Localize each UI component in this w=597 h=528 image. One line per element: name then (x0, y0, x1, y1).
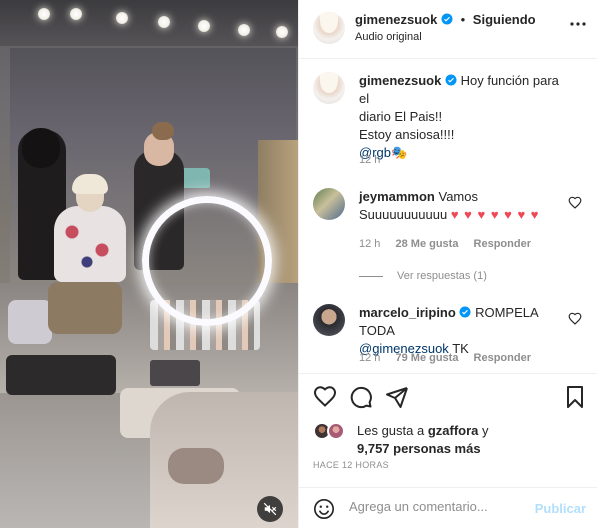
heart-icon[interactable] (313, 385, 337, 409)
comment-avatar[interactable] (313, 188, 345, 220)
caption: gimenezsuok Hoy función para el diario E… (313, 72, 588, 182)
heart-icon[interactable] (568, 196, 582, 210)
audio-label[interactable]: Audio original (355, 31, 422, 43)
following-button[interactable]: Siguiendo (473, 12, 536, 27)
post-time-ago[interactable]: HACE 12 HORAS (313, 460, 389, 470)
comment-icon[interactable] (349, 385, 373, 409)
verified-icon (459, 306, 471, 318)
more-options-button[interactable] (568, 14, 588, 34)
add-comment-bar: Publicar (299, 487, 597, 528)
mirror-frame (0, 0, 298, 46)
comment-text: jeymammon Vamos Suuuuuuuuuuu ♥ ♥ ♥ ♥ ♥ ♥… (359, 188, 569, 224)
likes-prefix: Les gusta a (357, 423, 425, 438)
caption-timestamp[interactable]: 12 h (359, 154, 380, 166)
heart-emojis: ♥ ♥ ♥ ♥ ♥ ♥ ♥ (450, 207, 540, 222)
makeup-tray (6, 355, 116, 395)
comment-body-2: Suuuuuuuuuuu (359, 207, 448, 222)
liker-avatar[interactable] (327, 422, 345, 440)
mute-icon (263, 502, 277, 516)
comment-time[interactable]: 12 h (359, 238, 380, 250)
caption-line-2: diario El Pais!! (359, 109, 443, 124)
caption-text: gimenezsuok Hoy función para el diario E… (359, 72, 569, 162)
more-options-icon (570, 22, 586, 26)
comment-meta: 12 h 28 Me gusta Responder (359, 238, 543, 250)
separator-dot: • (460, 12, 466, 27)
post-comment-button[interactable]: Publicar (535, 501, 586, 516)
comment-meta: 12 h 79 Me gusta Responder (359, 352, 543, 364)
replies-divider (359, 275, 383, 277)
comment-likes[interactable]: 28 Me gusta (395, 238, 458, 250)
post-media[interactable] (0, 0, 298, 528)
likes-summary: Les gusta a gzaffora y 9,757 personas má… (313, 420, 588, 460)
comment-body: Vamos (438, 189, 479, 204)
handbag (48, 282, 122, 334)
bookmark-icon[interactable] (563, 385, 587, 409)
caption-username[interactable]: gimenezsuok (359, 73, 441, 88)
post-header: gimenezsuok • Siguiendo Audio original (299, 0, 597, 59)
avatar-image (313, 12, 345, 44)
avatar-image (313, 72, 345, 104)
comment-username[interactable]: jeymammon (359, 189, 435, 204)
verified-icon (445, 74, 457, 86)
mirror-bulb (238, 24, 250, 36)
header-username[interactable]: gimenezsuok (355, 12, 437, 27)
mirror-bulb (198, 20, 210, 32)
makeup-box (150, 360, 200, 386)
comment-input[interactable] (349, 499, 529, 514)
verified-icon (441, 13, 453, 25)
comment-text: marcelo_iripino ROMPELA TODA @gimenezsuo… (359, 304, 569, 358)
likes-count[interactable]: 9,757 personas más (357, 441, 481, 456)
view-replies-button[interactable]: Ver respuestas (1) (359, 270, 487, 282)
person-makeup-artist-hair (152, 122, 174, 140)
hand (168, 448, 224, 484)
avatar[interactable] (313, 12, 345, 44)
mirror-bulb (276, 26, 288, 38)
caption-time: 12 h (359, 154, 392, 166)
share-icon[interactable] (385, 385, 409, 409)
comment-item: jeymammon Vamos Suuuuuuuuuuu ♥ ♥ ♥ ♥ ♥ ♥… (313, 188, 588, 268)
comment-likes[interactable]: 79 Me gusta (395, 352, 458, 364)
likes-text: Les gusta a gzaffora y 9,757 personas má… (357, 422, 489, 458)
person-seated-hair (72, 174, 108, 194)
mirror-bulb (158, 16, 170, 28)
caption-avatar[interactable] (313, 72, 345, 104)
caption-line-3: Estoy ansiosa!!!! (359, 127, 455, 142)
comment-username[interactable]: marcelo_iripino (359, 305, 456, 320)
comment-reply-button[interactable]: Responder (474, 238, 531, 250)
cosmetic-bag (8, 300, 52, 344)
mirror-bulb (70, 8, 82, 20)
post-actions (299, 373, 597, 415)
emoji-icon[interactable] (313, 498, 335, 520)
liker-username[interactable]: gzaffora (428, 423, 479, 438)
comment-reply-button[interactable]: Responder (474, 352, 531, 364)
theater-emoji: 🎭 (391, 145, 408, 160)
heart-icon[interactable] (568, 312, 582, 326)
comments-list[interactable]: gimenezsuok Hoy función para el diario E… (299, 60, 597, 373)
ring-light (142, 196, 272, 326)
robe-pattern (60, 214, 120, 274)
person-photographer-hair (22, 128, 60, 168)
header-user-line: gimenezsuok • Siguiendo (355, 12, 536, 27)
comment-avatar[interactable] (313, 304, 345, 336)
view-replies-label: Ver respuestas (1) (397, 270, 487, 282)
mirror-bulb (116, 12, 128, 24)
post-side-panel: gimenezsuok • Siguiendo Audio original g… (298, 0, 597, 528)
mute-button[interactable] (257, 496, 283, 522)
comment-item: marcelo_iripino ROMPELA TODA @gimenezsuo… (313, 304, 588, 373)
mirror-bulb (38, 8, 50, 20)
comment-time[interactable]: 12 h (359, 352, 380, 364)
likes-connector: y (482, 423, 489, 438)
